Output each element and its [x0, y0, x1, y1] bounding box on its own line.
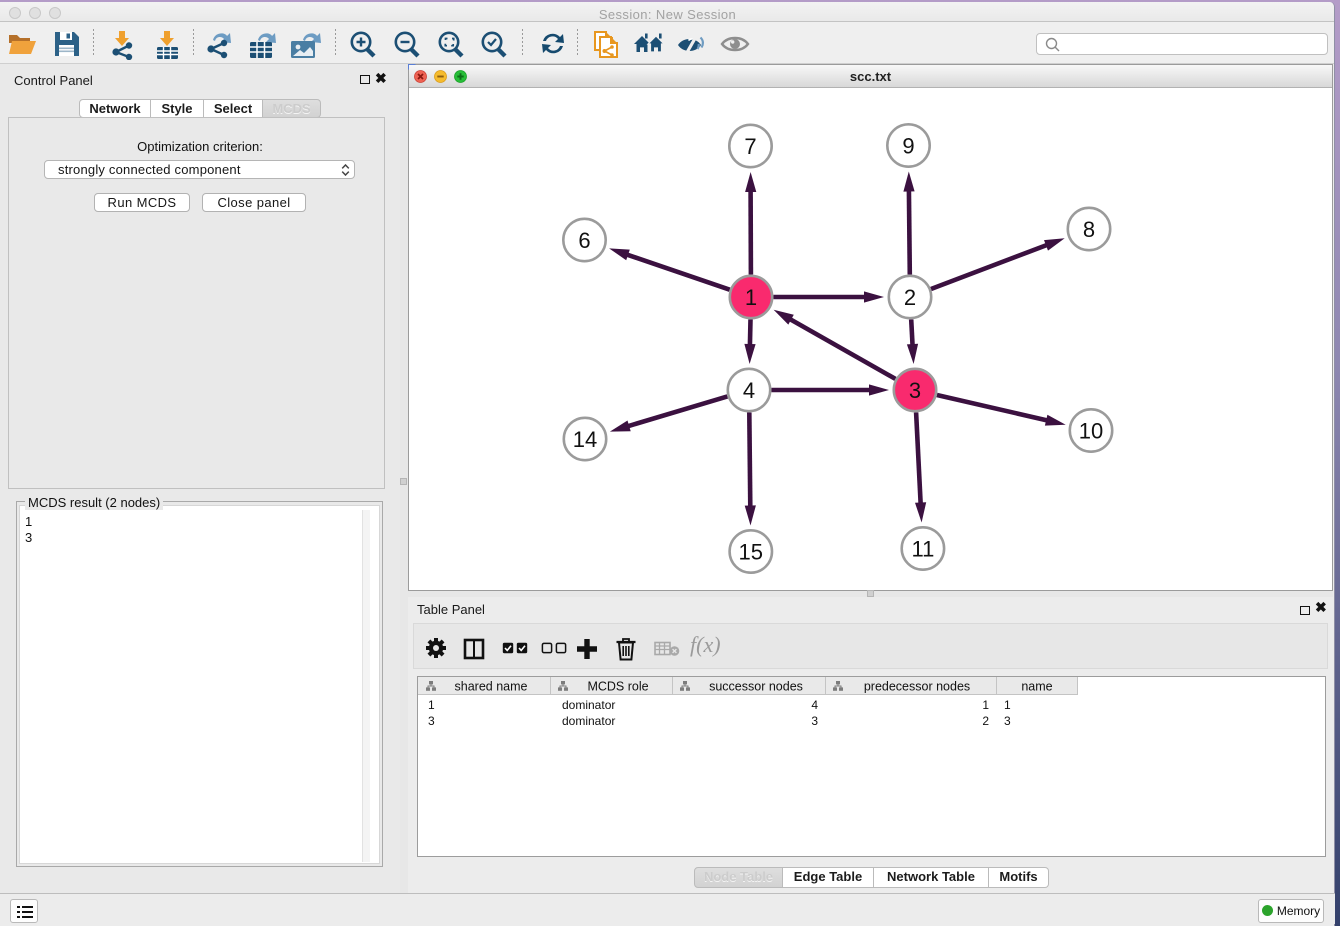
- svg-text:name: name: [1021, 680, 1052, 694]
- svg-text:10: 10: [1079, 419, 1103, 444]
- svg-text:8: 8: [1083, 217, 1095, 242]
- svg-text:15: 15: [739, 540, 763, 565]
- svg-text:MCDS role: MCDS role: [587, 680, 648, 694]
- svg-text:successor nodes: successor nodes: [709, 680, 803, 694]
- svg-text:1: 1: [745, 285, 757, 310]
- svg-text:2: 2: [904, 285, 916, 310]
- svg-text:predecessor nodes: predecessor nodes: [864, 680, 970, 694]
- svg-text:4: 4: [743, 378, 755, 403]
- svg-text:7: 7: [744, 134, 756, 159]
- svg-text:shared name: shared name: [455, 680, 528, 694]
- svg-text:3: 3: [909, 378, 921, 403]
- svg-text:11: 11: [911, 537, 934, 562]
- svg-text:6: 6: [578, 228, 590, 253]
- svg-text:9: 9: [902, 134, 914, 159]
- svg-text:14: 14: [573, 427, 597, 452]
